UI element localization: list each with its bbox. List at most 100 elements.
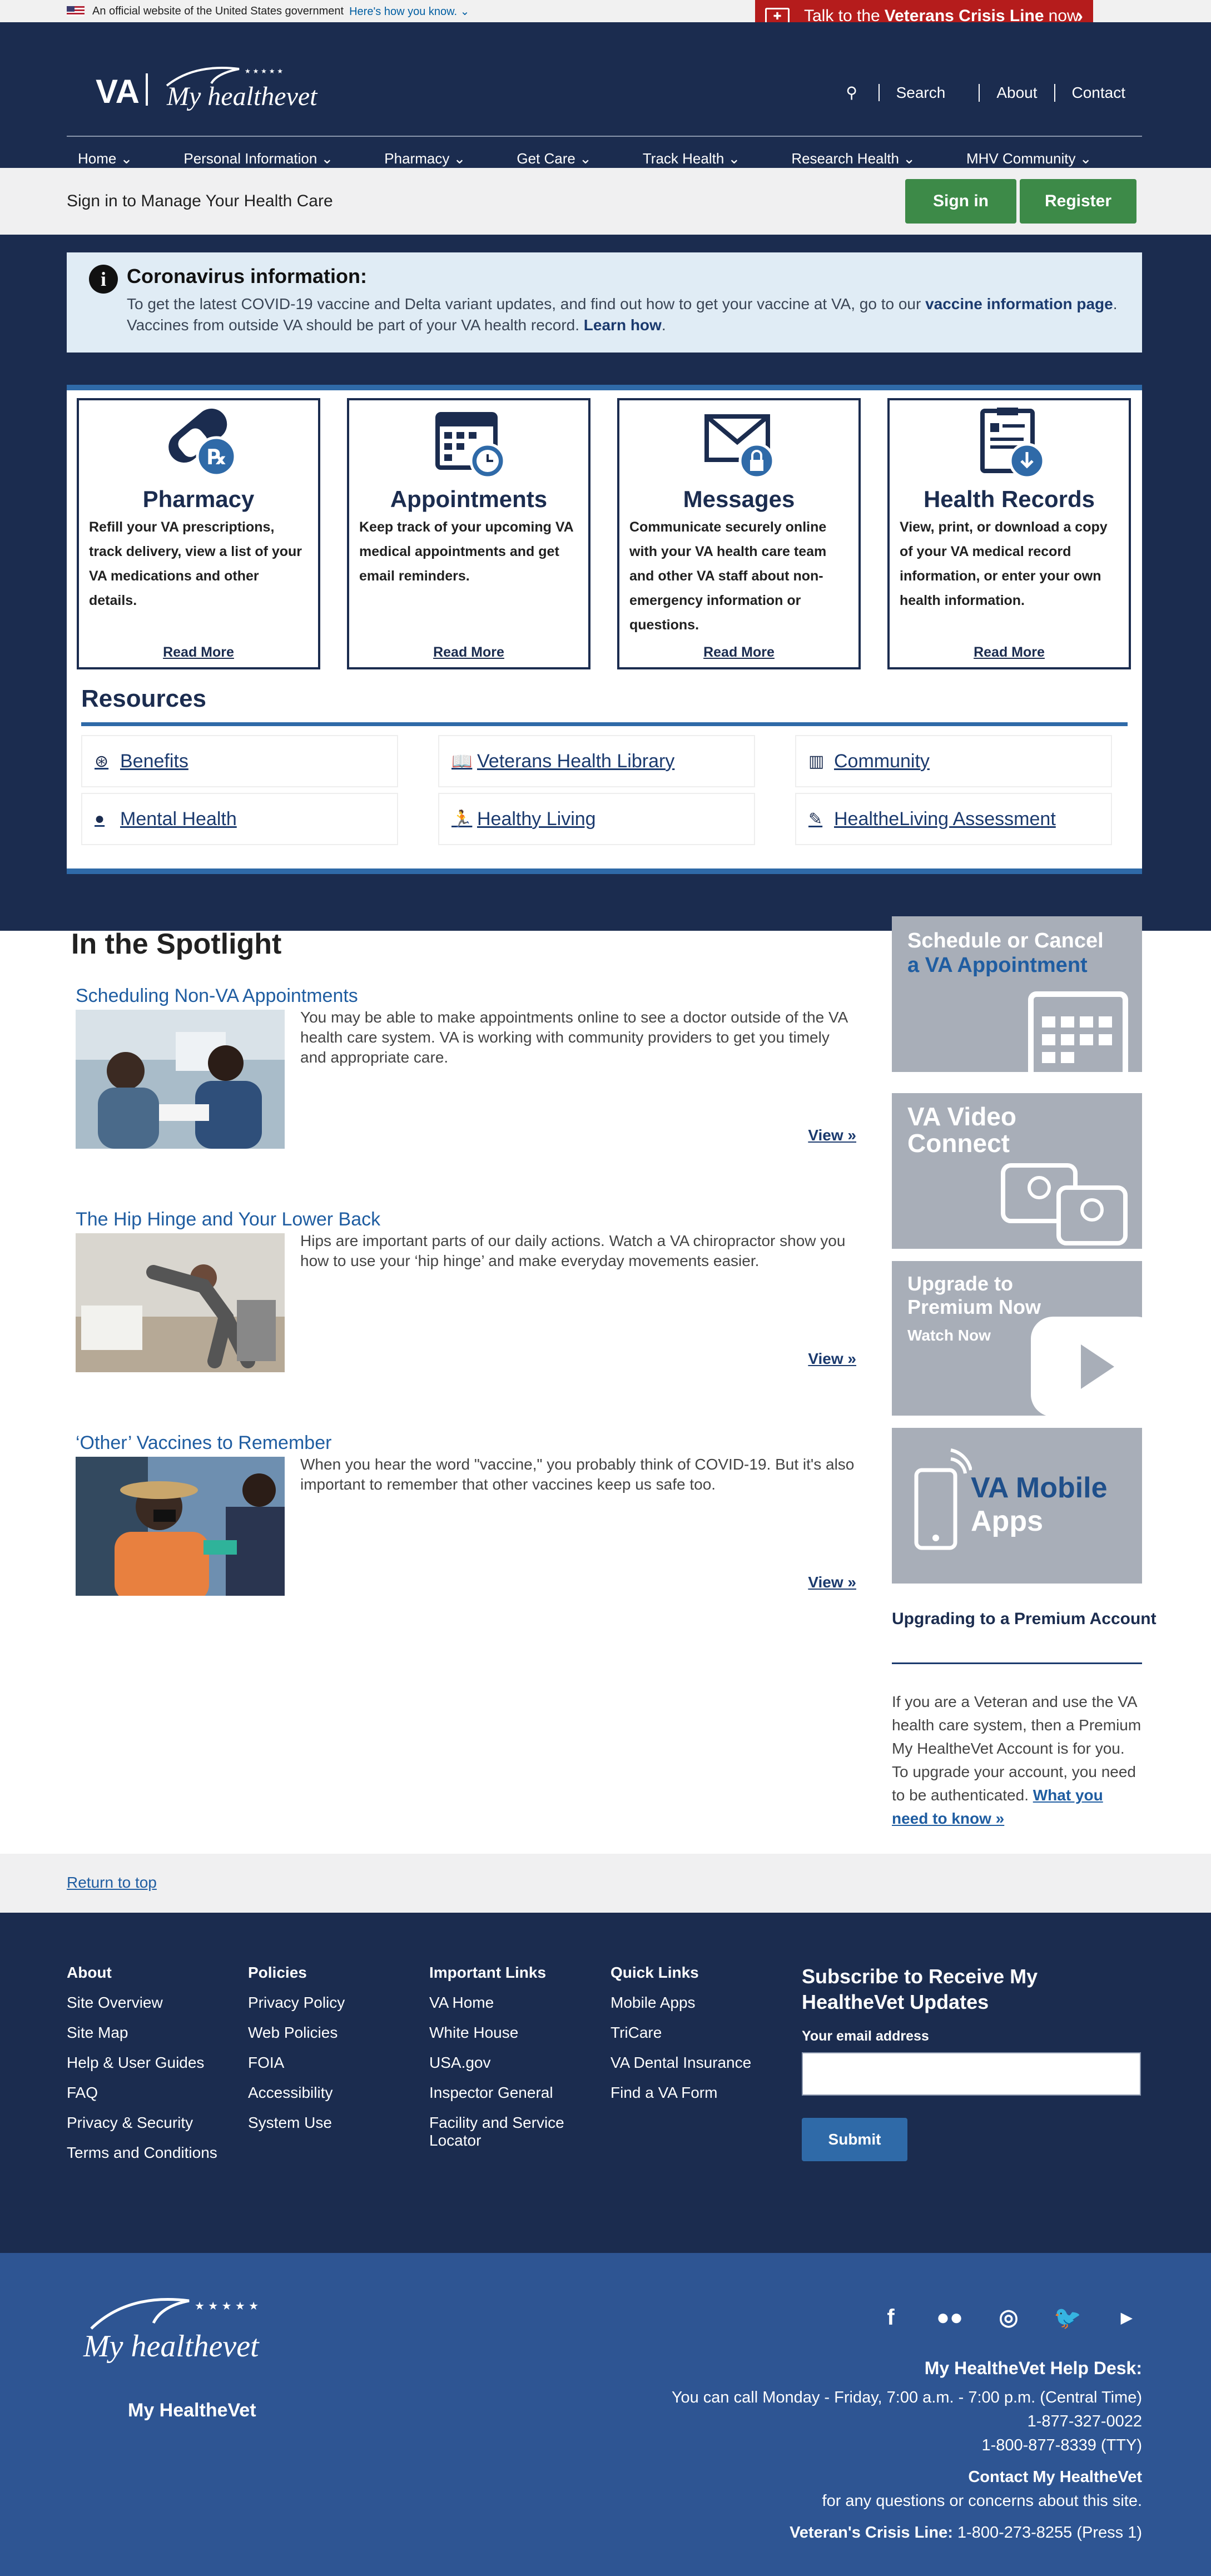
- footer-link[interactable]: Help & User Guides: [67, 2054, 217, 2072]
- sign-in-button[interactable]: Sign in: [905, 179, 1016, 224]
- vaccine-info-link[interactable]: vaccine information page: [925, 295, 1113, 312]
- va-logo[interactable]: VA: [96, 72, 140, 111]
- card-text: Keep track of your upcoming VA medical a…: [359, 519, 573, 584]
- upgrade-premium-promo[interactable]: Upgrade to Premium Now Watch Now: [892, 1261, 1142, 1416]
- read-more-link[interactable]: Read More: [619, 644, 858, 661]
- contact-text: for any questions or concerns about this…: [822, 2492, 1142, 2510]
- resource-benefits[interactable]: ⊛ Benefits: [81, 735, 398, 787]
- view-link[interactable]: View »: [808, 1350, 856, 1368]
- footer-link[interactable]: Accessibility: [248, 2084, 345, 2102]
- card-title: Pharmacy: [142, 486, 255, 512]
- va-video-connect-promo[interactable]: VA Video Connect: [892, 1093, 1142, 1249]
- article-description: When you hear the word "vaccine," you pr…: [300, 1456, 855, 1493]
- footer-mhv-logo[interactable]: ★ ★ ★ ★ ★ My healthevet: [83, 2298, 259, 2364]
- resource-veterans-health-library[interactable]: 📖 Veterans Health Library: [438, 735, 755, 787]
- covid-text: To get the latest COVID-19 vaccine and D…: [127, 295, 1118, 334]
- nav-track-health[interactable]: Track Health ⌄: [632, 150, 751, 167]
- resource-healthy-living[interactable]: 🏃 Healthy Living: [438, 793, 755, 845]
- facebook-icon[interactable]: f: [875, 2302, 906, 2333]
- youtube-icon[interactable]: ▶: [1111, 2302, 1142, 2333]
- footer-link[interactable]: Find a VA Form: [611, 2084, 751, 2102]
- footer-heading: Policies: [248, 1964, 307, 1981]
- view-link[interactable]: View »: [808, 1126, 856, 1144]
- article-title-link[interactable]: ‘Other’ Vaccines to Remember: [76, 1432, 856, 1454]
- nav-personal-information[interactable]: Personal Information ⌄: [172, 150, 344, 167]
- read-more-link[interactable]: Read More: [79, 644, 318, 661]
- my-healthevet-logo[interactable]: ★ ★ ★ ★ ★ My healthevet: [166, 67, 317, 111]
- footer-link[interactable]: Site Map: [67, 2024, 217, 2042]
- svg-text:℞: ℞: [207, 445, 226, 469]
- email-field[interactable]: [802, 2052, 1141, 2096]
- header-divider: [67, 136, 1142, 137]
- search-link[interactable]: ⚲ Search: [812, 83, 979, 102]
- upgrade-title: Upgrading to a Premium Account: [892, 1610, 1157, 1628]
- read-more-link[interactable]: Read More: [890, 644, 1129, 661]
- footer-link[interactable]: Privacy Policy: [248, 1994, 345, 2012]
- return-to-top-link[interactable]: Return to top: [67, 1874, 157, 1892]
- contact-title[interactable]: Contact My HealtheVet: [672, 2465, 1142, 2489]
- footer-link[interactable]: Terms and Conditions: [67, 2144, 217, 2162]
- article-thumbnail[interactable]: [76, 1233, 285, 1372]
- article-title-link[interactable]: Scheduling Non-VA Appointments: [76, 985, 856, 1007]
- twitter-icon[interactable]: 🐦: [1052, 2302, 1083, 2333]
- resources-divider: [81, 722, 1128, 726]
- read-more-link[interactable]: Read More: [349, 644, 588, 661]
- return-to-top-bar: Return to top: [0, 1854, 1211, 1913]
- footer-link[interactable]: FAQ: [67, 2084, 217, 2102]
- submit-button[interactable]: Submit: [802, 2118, 907, 2161]
- footer-link[interactable]: VA Home: [429, 1994, 590, 2012]
- footer-link[interactable]: White House: [429, 2024, 590, 2042]
- help-desk-phone[interactable]: 1-877-327-0022: [672, 2410, 1142, 2434]
- heres-how-you-know-link[interactable]: Here's how you know. ⌄: [349, 4, 469, 18]
- nav-home[interactable]: Home ⌄: [67, 150, 143, 167]
- svg-text:★ ★ ★ ★ ★: ★ ★ ★ ★ ★: [195, 2299, 259, 2312]
- resource-healtheliving-assessment[interactable]: ✎ HealtheLiving Assessment: [795, 793, 1112, 845]
- article-thumbnail[interactable]: [76, 1457, 285, 1596]
- flickr-icon[interactable]: ●●: [934, 2302, 965, 2333]
- register-button[interactable]: Register: [1020, 179, 1136, 224]
- covid-title: Coronavirus information:: [127, 265, 368, 287]
- health-records-card[interactable]: Health Records View, print, or download …: [887, 398, 1131, 669]
- resource-mental-health[interactable]: ● Mental Health: [81, 793, 398, 845]
- footer-link[interactable]: Privacy & Security: [67, 2114, 217, 2132]
- footer-link[interactable]: Mobile Apps: [611, 1994, 751, 2012]
- eagle-logo-icon: ★ ★ ★ ★ ★: [90, 2298, 259, 2330]
- va-mobile-apps-promo[interactable]: VA Mobile Apps: [892, 1428, 1142, 1584]
- instagram-icon[interactable]: ◎: [993, 2302, 1024, 2333]
- appointments-card[interactable]: Appointments Keep track of your upcoming…: [347, 398, 590, 669]
- messages-card[interactable]: Messages Communicate securely online wit…: [617, 398, 861, 669]
- article-thumbnail[interactable]: [76, 1010, 285, 1149]
- pharmacy-card[interactable]: ℞ Pharmacy Refill your VA prescriptions,…: [77, 398, 320, 669]
- footer-col-quick-links: Quick Links Mobile Apps TriCare VA Denta…: [611, 1964, 751, 2114]
- nav-get-care[interactable]: Get Care ⌄: [505, 150, 603, 167]
- contact-link[interactable]: Contact: [1054, 83, 1143, 102]
- nav-pharmacy[interactable]: Pharmacy ⌄: [373, 150, 477, 167]
- pill-rx-icon: ℞: [89, 400, 308, 484]
- about-link[interactable]: About: [979, 83, 1054, 102]
- nav-mhv-community[interactable]: MHV Community ⌄: [955, 150, 1103, 167]
- footer-link[interactable]: VA Dental Insurance: [611, 2054, 751, 2072]
- footer-link[interactable]: Web Policies: [248, 2024, 345, 2042]
- footer-link[interactable]: Site Overview: [67, 1994, 217, 2012]
- card-text: Refill your VA prescriptions, track deli…: [89, 519, 302, 608]
- learn-how-link[interactable]: Learn how: [584, 316, 662, 334]
- footer-col-policies: Policies Privacy Policy Web Policies FOI…: [248, 1964, 345, 2144]
- resource-community[interactable]: ▥ Community: [795, 735, 1112, 787]
- view-link[interactable]: View »: [808, 1574, 856, 1591]
- footer-link[interactable]: USA.gov: [429, 2054, 590, 2072]
- footer-link[interactable]: System Use: [248, 2114, 345, 2132]
- email-label: Your email address: [802, 2028, 929, 2044]
- card-text: Communicate securely online with your VA…: [629, 519, 827, 633]
- card-title: Messages: [683, 486, 795, 512]
- spotlight-article-2: The Hip Hinge and Your Lower Back Hips a…: [76, 1209, 856, 1403]
- utility-nav: ⚲ Search About Contact: [812, 83, 1142, 102]
- footer-link[interactable]: FOIA: [248, 2054, 345, 2072]
- schedule-appointment-promo[interactable]: Schedule or Cancel a VA Appointment: [892, 916, 1142, 1072]
- help-desk-hours: You can call Monday - Friday, 7:00 a.m. …: [671, 2389, 1142, 2406]
- nav-research-health[interactable]: Research Health ⌄: [780, 150, 926, 167]
- help-desk-tty[interactable]: 1-800-877-8339 (TTY): [672, 2434, 1142, 2458]
- footer-link[interactable]: TriCare: [611, 2024, 751, 2042]
- footer-link[interactable]: Inspector General: [429, 2084, 590, 2102]
- footer-link[interactable]: Facility and Service Locator: [429, 2114, 590, 2150]
- article-title-link[interactable]: The Hip Hinge and Your Lower Back: [76, 1209, 856, 1230]
